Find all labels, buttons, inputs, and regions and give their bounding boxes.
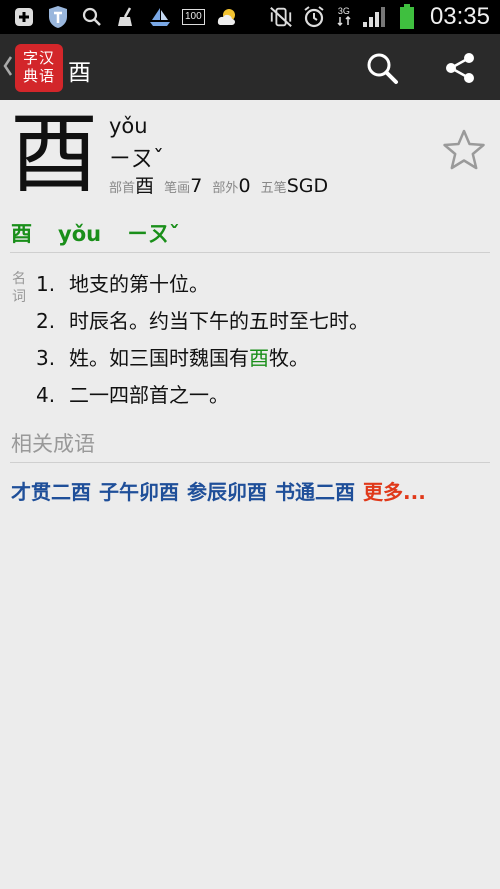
definition-number: 4.	[36, 383, 56, 407]
more-idioms-link[interactable]: 更多...	[363, 480, 426, 504]
signal-icon	[362, 4, 386, 30]
character-meta: 部首酉 笔画7 部外0 五笔SGD	[109, 171, 334, 198]
network-3g-icon: 3G	[335, 6, 353, 28]
definition-number: 1.	[36, 272, 56, 296]
pron-character: 酉	[11, 222, 32, 246]
definition-number: 2.	[36, 309, 56, 333]
shield-icon	[46, 4, 70, 30]
headword-zhuyin: ㄧㄡˇ	[109, 147, 165, 172]
definition-text: 地支的第十位。	[69, 272, 209, 296]
search-icon	[80, 4, 104, 30]
related-idioms-title: 相关成语	[11, 432, 95, 456]
part-of-speech: 名词	[12, 271, 26, 305]
radical-value: 酉	[135, 175, 155, 197]
search-button[interactable]	[362, 48, 402, 88]
definition-item: 2. 时辰名。约当下午的五时至七时。	[36, 303, 369, 340]
vibrate-off-icon	[269, 4, 293, 30]
definition-text: 姓。如三国时魏国有	[69, 346, 249, 370]
storage-100-icon: 100	[182, 9, 205, 25]
pron-zhuyin: ㄧㄡˇ	[127, 222, 180, 246]
strokes-label: 笔画	[164, 181, 191, 196]
search-icon	[367, 53, 398, 84]
status-bar: 100 3G 03:35	[0, 0, 500, 34]
favorite-star-icon[interactable]	[441, 128, 487, 172]
definition-item: 4. 二一四部首之一。	[36, 377, 369, 414]
wubi-label: 五笔	[260, 181, 287, 196]
definition-highlight-link[interactable]: 酉	[249, 346, 269, 370]
battery-icon	[395, 4, 419, 30]
broom-icon	[114, 4, 138, 30]
alarm-icon	[302, 4, 326, 30]
headword-pinyin: yǒu	[109, 114, 148, 138]
idiom-link[interactable]: 才贯二酉	[11, 480, 91, 504]
extra-strokes-value: 0	[238, 175, 251, 197]
definition-number: 3.	[36, 346, 56, 370]
app-logo-line-2: 典语	[22, 67, 55, 85]
extra-strokes-label: 部外	[212, 181, 239, 196]
pronunciation-row: 酉 yǒu ㄧㄡˇ	[11, 218, 206, 248]
headword-character: 酉	[10, 102, 99, 205]
weather-icon	[215, 4, 239, 30]
strokes-value: 7	[190, 175, 203, 197]
clock: 03:35	[429, 3, 490, 30]
action-bar: 字汉 典语 酉	[0, 34, 500, 100]
idiom-link[interactable]: 书通二酉	[275, 480, 355, 504]
app-logo[interactable]: 字汉 典语	[15, 44, 63, 92]
wubi-value: SGD	[286, 175, 329, 197]
back-chevron-icon[interactable]	[3, 55, 13, 77]
share-button[interactable]	[440, 48, 480, 88]
divider	[10, 462, 490, 463]
definition-text-after: 牧。	[269, 346, 309, 370]
app-logo-line-1: 字汉	[22, 49, 55, 67]
plus-box-icon	[12, 4, 36, 30]
definition-item: 1. 地支的第十位。	[36, 266, 369, 303]
idiom-link[interactable]: 子午卯酉	[99, 480, 179, 504]
definition-text: 时辰名。约当下午的五时至七时。	[69, 309, 369, 333]
definition-list: 1. 地支的第十位。 2. 时辰名。约当下午的五时至七时。 3. 姓。如三国时魏国有酉…	[36, 266, 369, 414]
network-label: 3G	[337, 6, 350, 16]
divider	[10, 252, 490, 253]
definition-text: 二一四部首之一。	[69, 383, 229, 407]
related-idioms-list: 才贯二酉 子午卯酉 参辰卯酉 书通二酉 更多...	[11, 476, 426, 505]
idiom-link[interactable]: 参辰卯酉	[187, 480, 267, 504]
boat-icon	[148, 4, 172, 30]
definition-item: 3. 姓。如三国时魏国有酉牧。	[36, 340, 369, 377]
share-icon	[446, 53, 474, 83]
page-title: 酉	[68, 60, 91, 86]
pron-pinyin: yǒu	[58, 222, 102, 246]
radical-label: 部首	[109, 181, 136, 196]
